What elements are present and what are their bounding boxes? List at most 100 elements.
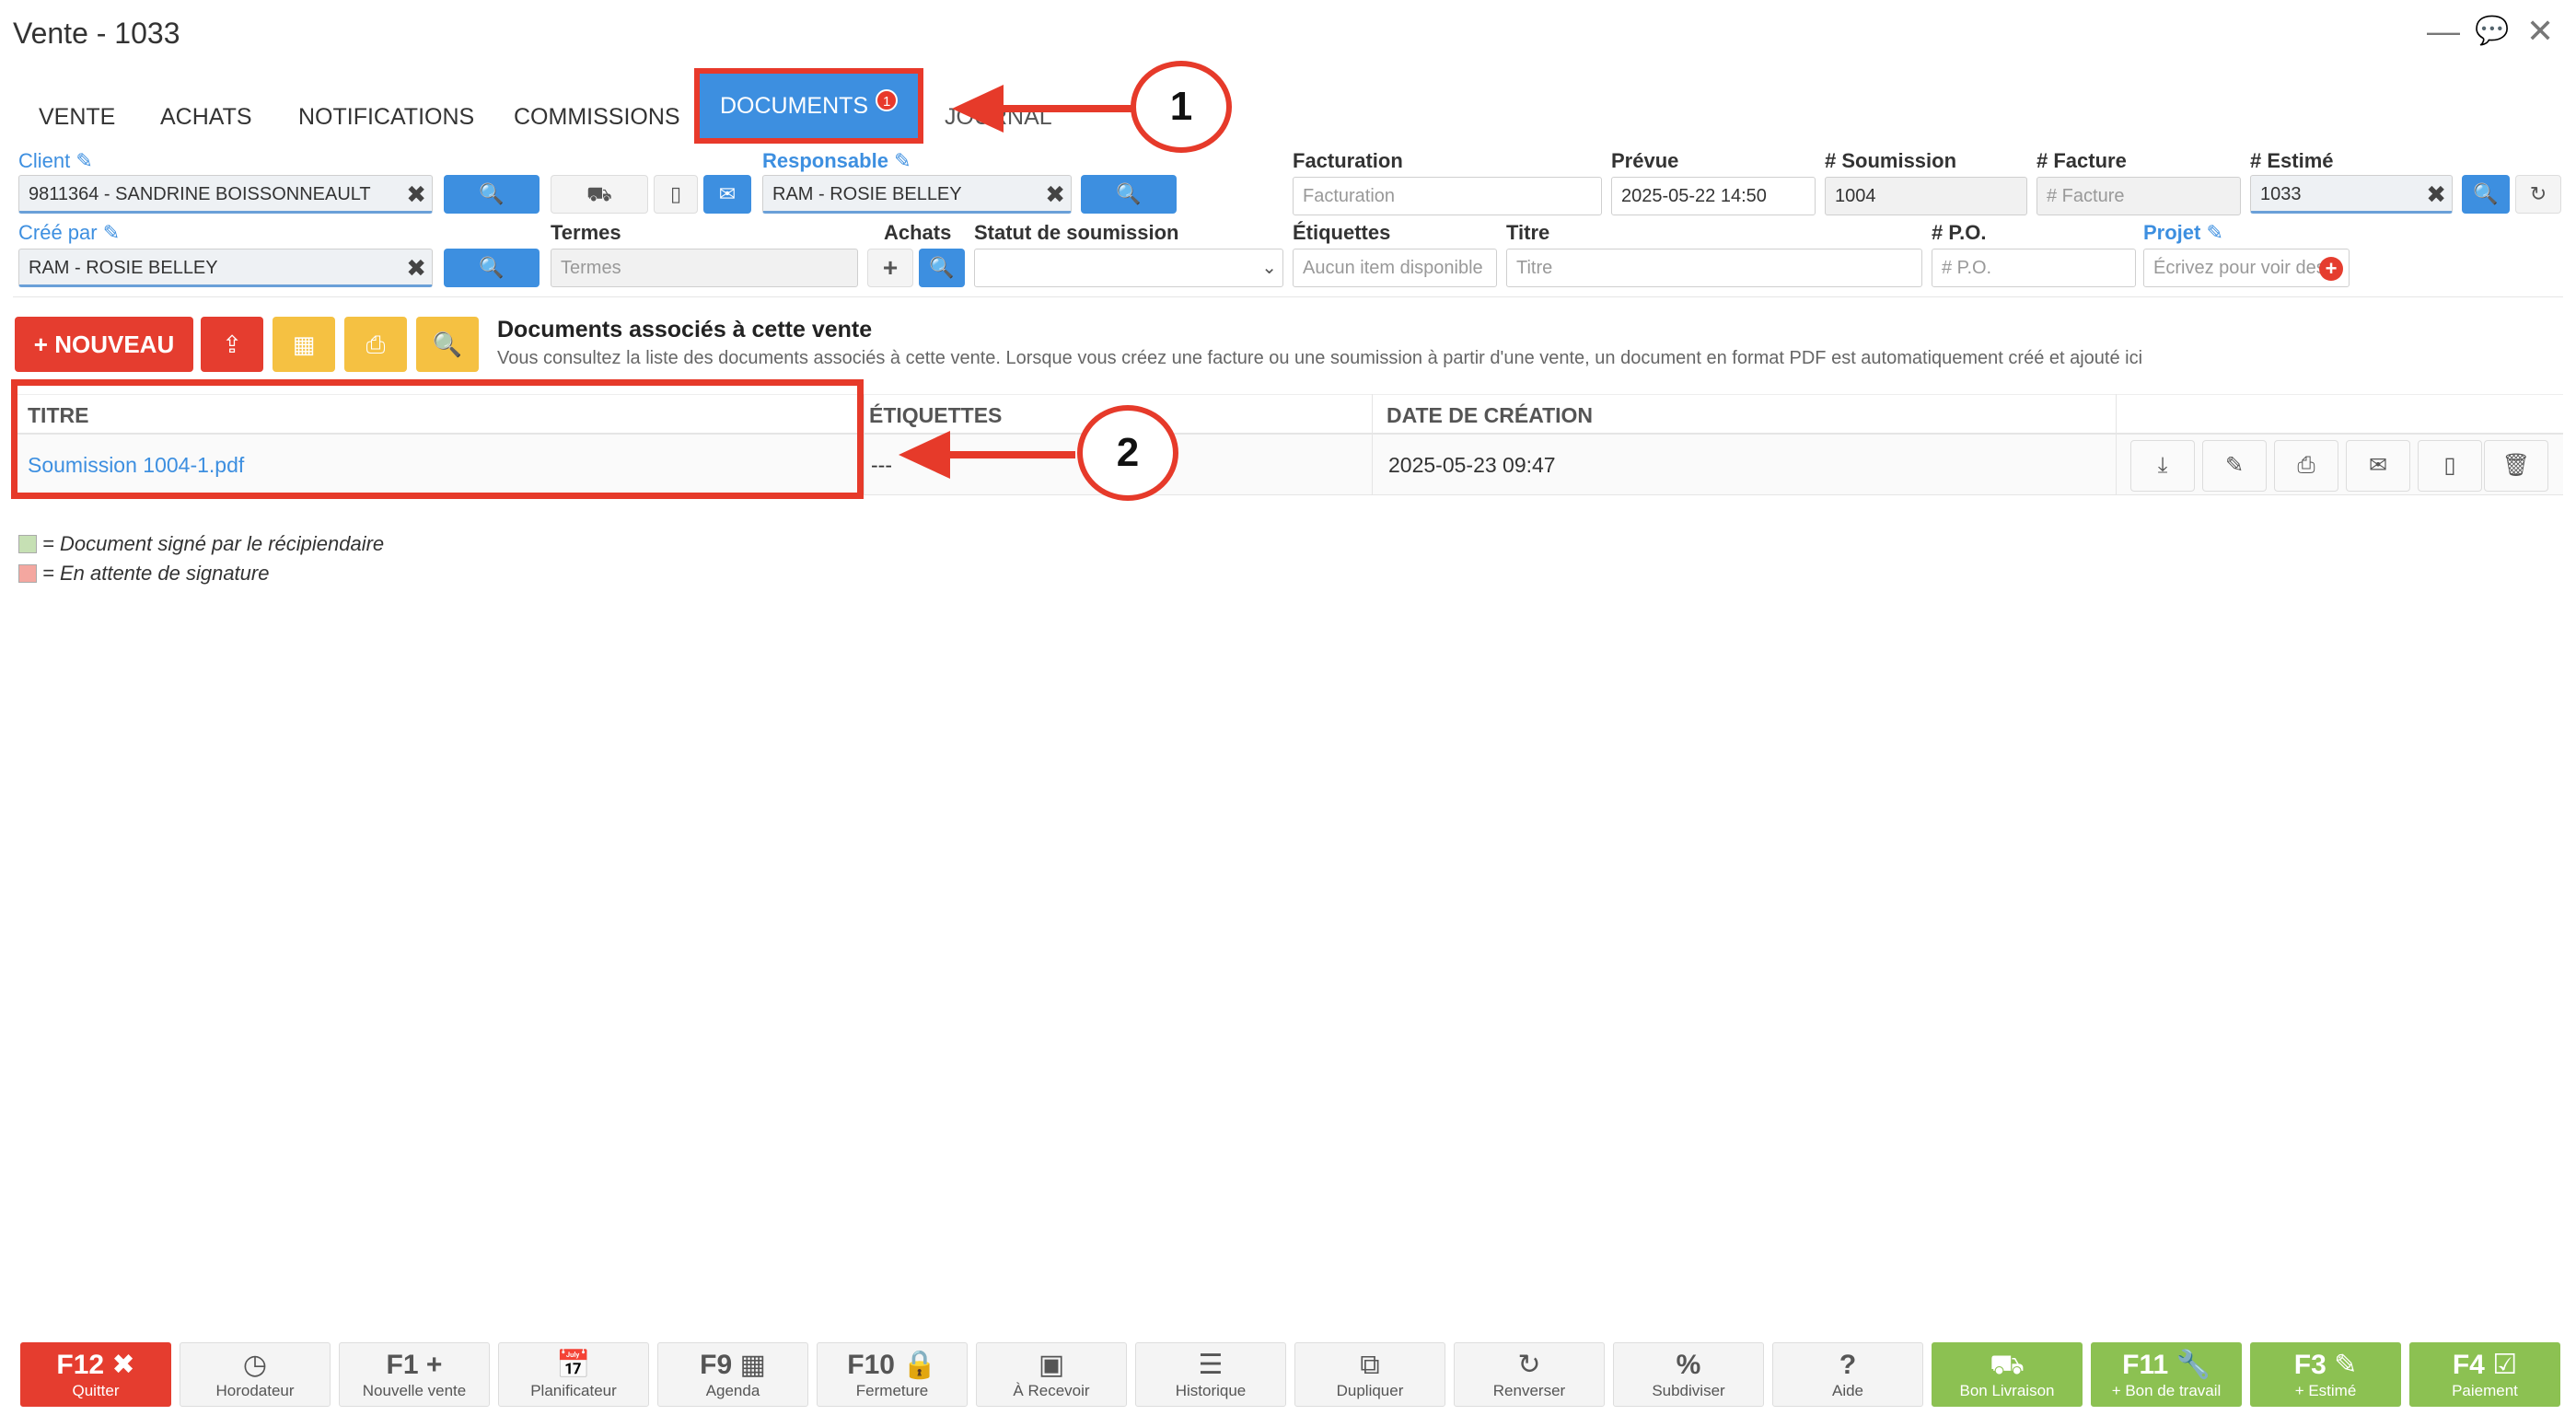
tab-vente[interactable]: VENTE <box>24 92 130 142</box>
upload-button[interactable]: ⇪ <box>201 317 263 372</box>
estime-button[interactable]: F3 ✎ + Estimé <box>2250 1342 2401 1407</box>
etiquettes-select[interactable]: Aucun item disponible <box>1293 249 1497 287</box>
search-icon: 🔍 <box>2473 182 2499 205</box>
bon-livraison-button[interactable]: ⛟ Bon Livraison <box>1932 1342 2083 1407</box>
column-separator <box>2116 394 2117 495</box>
facture-input: # Facture <box>2036 177 2241 215</box>
tab-notifications[interactable]: NOTIFICATIONS <box>284 92 489 142</box>
fermeture-button[interactable]: F10 🔒 Fermeture <box>817 1342 968 1407</box>
sms-document-button[interactable]: ▯ <box>2418 440 2482 492</box>
signed-swatch <box>18 535 37 553</box>
mobile-icon: ▯ <box>2443 453 2456 478</box>
responsable-search-button[interactable]: 🔍 <box>1081 175 1177 214</box>
column-header-etiquettes[interactable]: ÉTIQUETTES <box>856 396 1002 435</box>
po-input[interactable]: # P.O. <box>1932 249 2136 287</box>
email-document-button[interactable]: ✉ <box>2346 440 2410 492</box>
estime-input[interactable]: 1033 ✖ <box>2250 175 2453 214</box>
statut-select[interactable]: ⌄ <box>974 249 1283 287</box>
paiement-button[interactable]: F4 ☑ Paiement <box>2409 1342 2560 1407</box>
estime-search-button[interactable]: 🔍 <box>2462 175 2510 214</box>
add-achat-button[interactable]: + <box>867 249 913 287</box>
window-title: Vente - 1033 <box>13 17 180 50</box>
document-date: 2025-05-23 09:47 <box>1388 453 1556 477</box>
mobile-button[interactable]: ▯ <box>654 175 698 214</box>
soumission-label: # Soumission <box>1825 149 1957 172</box>
trash-icon: 🗑 <box>2501 453 2531 478</box>
print-icon: ⎙ <box>2297 453 2315 478</box>
achats-search-button[interactable]: 🔍 <box>919 249 965 287</box>
close-icon[interactable]: ✕ <box>2526 15 2554 48</box>
road-icon: ⛟ <box>586 182 612 205</box>
cree-par-input[interactable]: RAM - ROSIE BELLEY ✖ <box>18 249 433 287</box>
new-document-button[interactable]: + NOUVEAU <box>15 317 193 372</box>
facturation-label: Facturation <box>1293 149 1403 172</box>
a-recevoir-button[interactable]: ▣ À Recevoir <box>976 1342 1127 1407</box>
download-button[interactable]: ⤓ <box>2130 440 2195 492</box>
delete-document-button[interactable]: 🗑 <box>2484 440 2548 492</box>
tab-documents-label: DOCUMENTS <box>720 93 869 119</box>
map-button[interactable]: ⛟ <box>551 175 648 214</box>
agenda-button[interactable]: F9 ▦ Agenda <box>657 1342 808 1407</box>
edit-icon: ✎ <box>894 149 911 172</box>
achats-label: Achats <box>884 221 952 244</box>
bon-de-travail-button[interactable]: F11 🔧 + Bon de travail <box>2091 1342 2242 1407</box>
renverser-button[interactable]: ↻ Renverser <box>1454 1342 1605 1407</box>
pending-swatch <box>18 564 37 583</box>
clear-icon[interactable]: ✖ <box>1045 181 1065 207</box>
mobile-icon: ▯ <box>669 182 682 205</box>
column-header-date[interactable]: DATE DE CRÉATION <box>1374 396 1593 435</box>
plus-icon: + <box>882 253 899 282</box>
search-icon: 🔍 <box>479 182 505 205</box>
print-document-button[interactable]: ⎙ <box>2274 440 2338 492</box>
facturation-input[interactable]: Facturation <box>1293 177 1602 215</box>
responsable-input[interactable]: RAM - ROSIE BELLEY ✖ <box>762 175 1072 214</box>
termes-input: Termes <box>551 249 858 287</box>
edit-button[interactable]: ✎ <box>2202 440 2267 492</box>
grid-icon: ▦ <box>292 331 316 358</box>
tab-achats[interactable]: ACHATS <box>145 92 267 142</box>
section-title: Documents associés à cette vente <box>497 317 873 342</box>
notification-badge: 1 <box>876 89 899 111</box>
cree-par-search-button[interactable]: 🔍 <box>444 249 540 287</box>
new-sale-button[interactable]: F1 + Nouvelle vente <box>339 1342 490 1407</box>
clear-icon[interactable]: ✖ <box>406 255 426 281</box>
projet-input[interactable]: Écrivez pour voir des + <box>2143 249 2350 287</box>
aide-button[interactable]: ? Aide <box>1772 1342 1923 1407</box>
lock-icon: 🔒 <box>902 1350 937 1380</box>
client-label[interactable]: Client ✎ <box>18 149 93 173</box>
clear-icon[interactable]: ✖ <box>2426 181 2446 207</box>
clear-icon[interactable]: ✖ <box>406 181 426 207</box>
calendar-icon: ▦ <box>739 1350 766 1380</box>
tab-documents[interactable]: DOCUMENTS 1 <box>694 68 924 144</box>
search-documents-button[interactable]: 🔍 <box>416 317 479 372</box>
plus-icon: + <box>33 331 55 358</box>
add-circle-icon[interactable]: + <box>2319 257 2343 281</box>
cree-par-label[interactable]: Créé par ✎ <box>18 221 120 245</box>
truck-icon: ⛟ <box>1990 1350 2025 1380</box>
wrench-icon: 🔧 <box>2176 1350 2210 1380</box>
prevue-input[interactable]: 2025-05-22 14:50 <box>1611 177 1816 215</box>
projet-label[interactable]: Projet ✎ <box>2143 221 2223 245</box>
client-search-button[interactable]: 🔍 <box>444 175 540 214</box>
dupliquer-button[interactable]: ⧉ Dupliquer <box>1294 1342 1445 1407</box>
responsable-label[interactable]: Responsable ✎ <box>762 149 911 173</box>
subdiviser-button[interactable]: % Subdiviser <box>1613 1342 1764 1407</box>
chat-icon[interactable]: 💬 <box>2475 15 2509 48</box>
client-input[interactable]: 9811364 - SANDRINE BOISSONNEAULT ✖ <box>18 175 433 214</box>
email-button[interactable]: ✉ <box>703 175 751 214</box>
question-icon: ? <box>1839 1350 1857 1380</box>
print-button[interactable]: ⎙ <box>344 317 407 372</box>
horodateur-button[interactable]: ◷ Horodateur <box>180 1342 331 1407</box>
refresh-icon: ↻ <box>2529 182 2547 205</box>
quit-button[interactable]: F12 ✖ Quitter <box>20 1342 171 1407</box>
titre-input[interactable]: Titre <box>1506 249 1922 287</box>
minimize-icon[interactable]: — <box>2427 15 2460 48</box>
tab-commissions[interactable]: COMMISSIONS <box>499 92 695 142</box>
planificateur-button[interactable]: 📅 Planificateur <box>498 1342 649 1407</box>
edit-icon: ✎ <box>102 221 121 244</box>
refresh-button[interactable]: ↻ <box>2515 175 2561 214</box>
historique-button[interactable]: ☰ Historique <box>1135 1342 1286 1407</box>
print-icon: ⎙ <box>366 331 386 358</box>
titre-label: Titre <box>1506 221 1550 244</box>
grid-view-button[interactable]: ▦ <box>273 317 335 372</box>
